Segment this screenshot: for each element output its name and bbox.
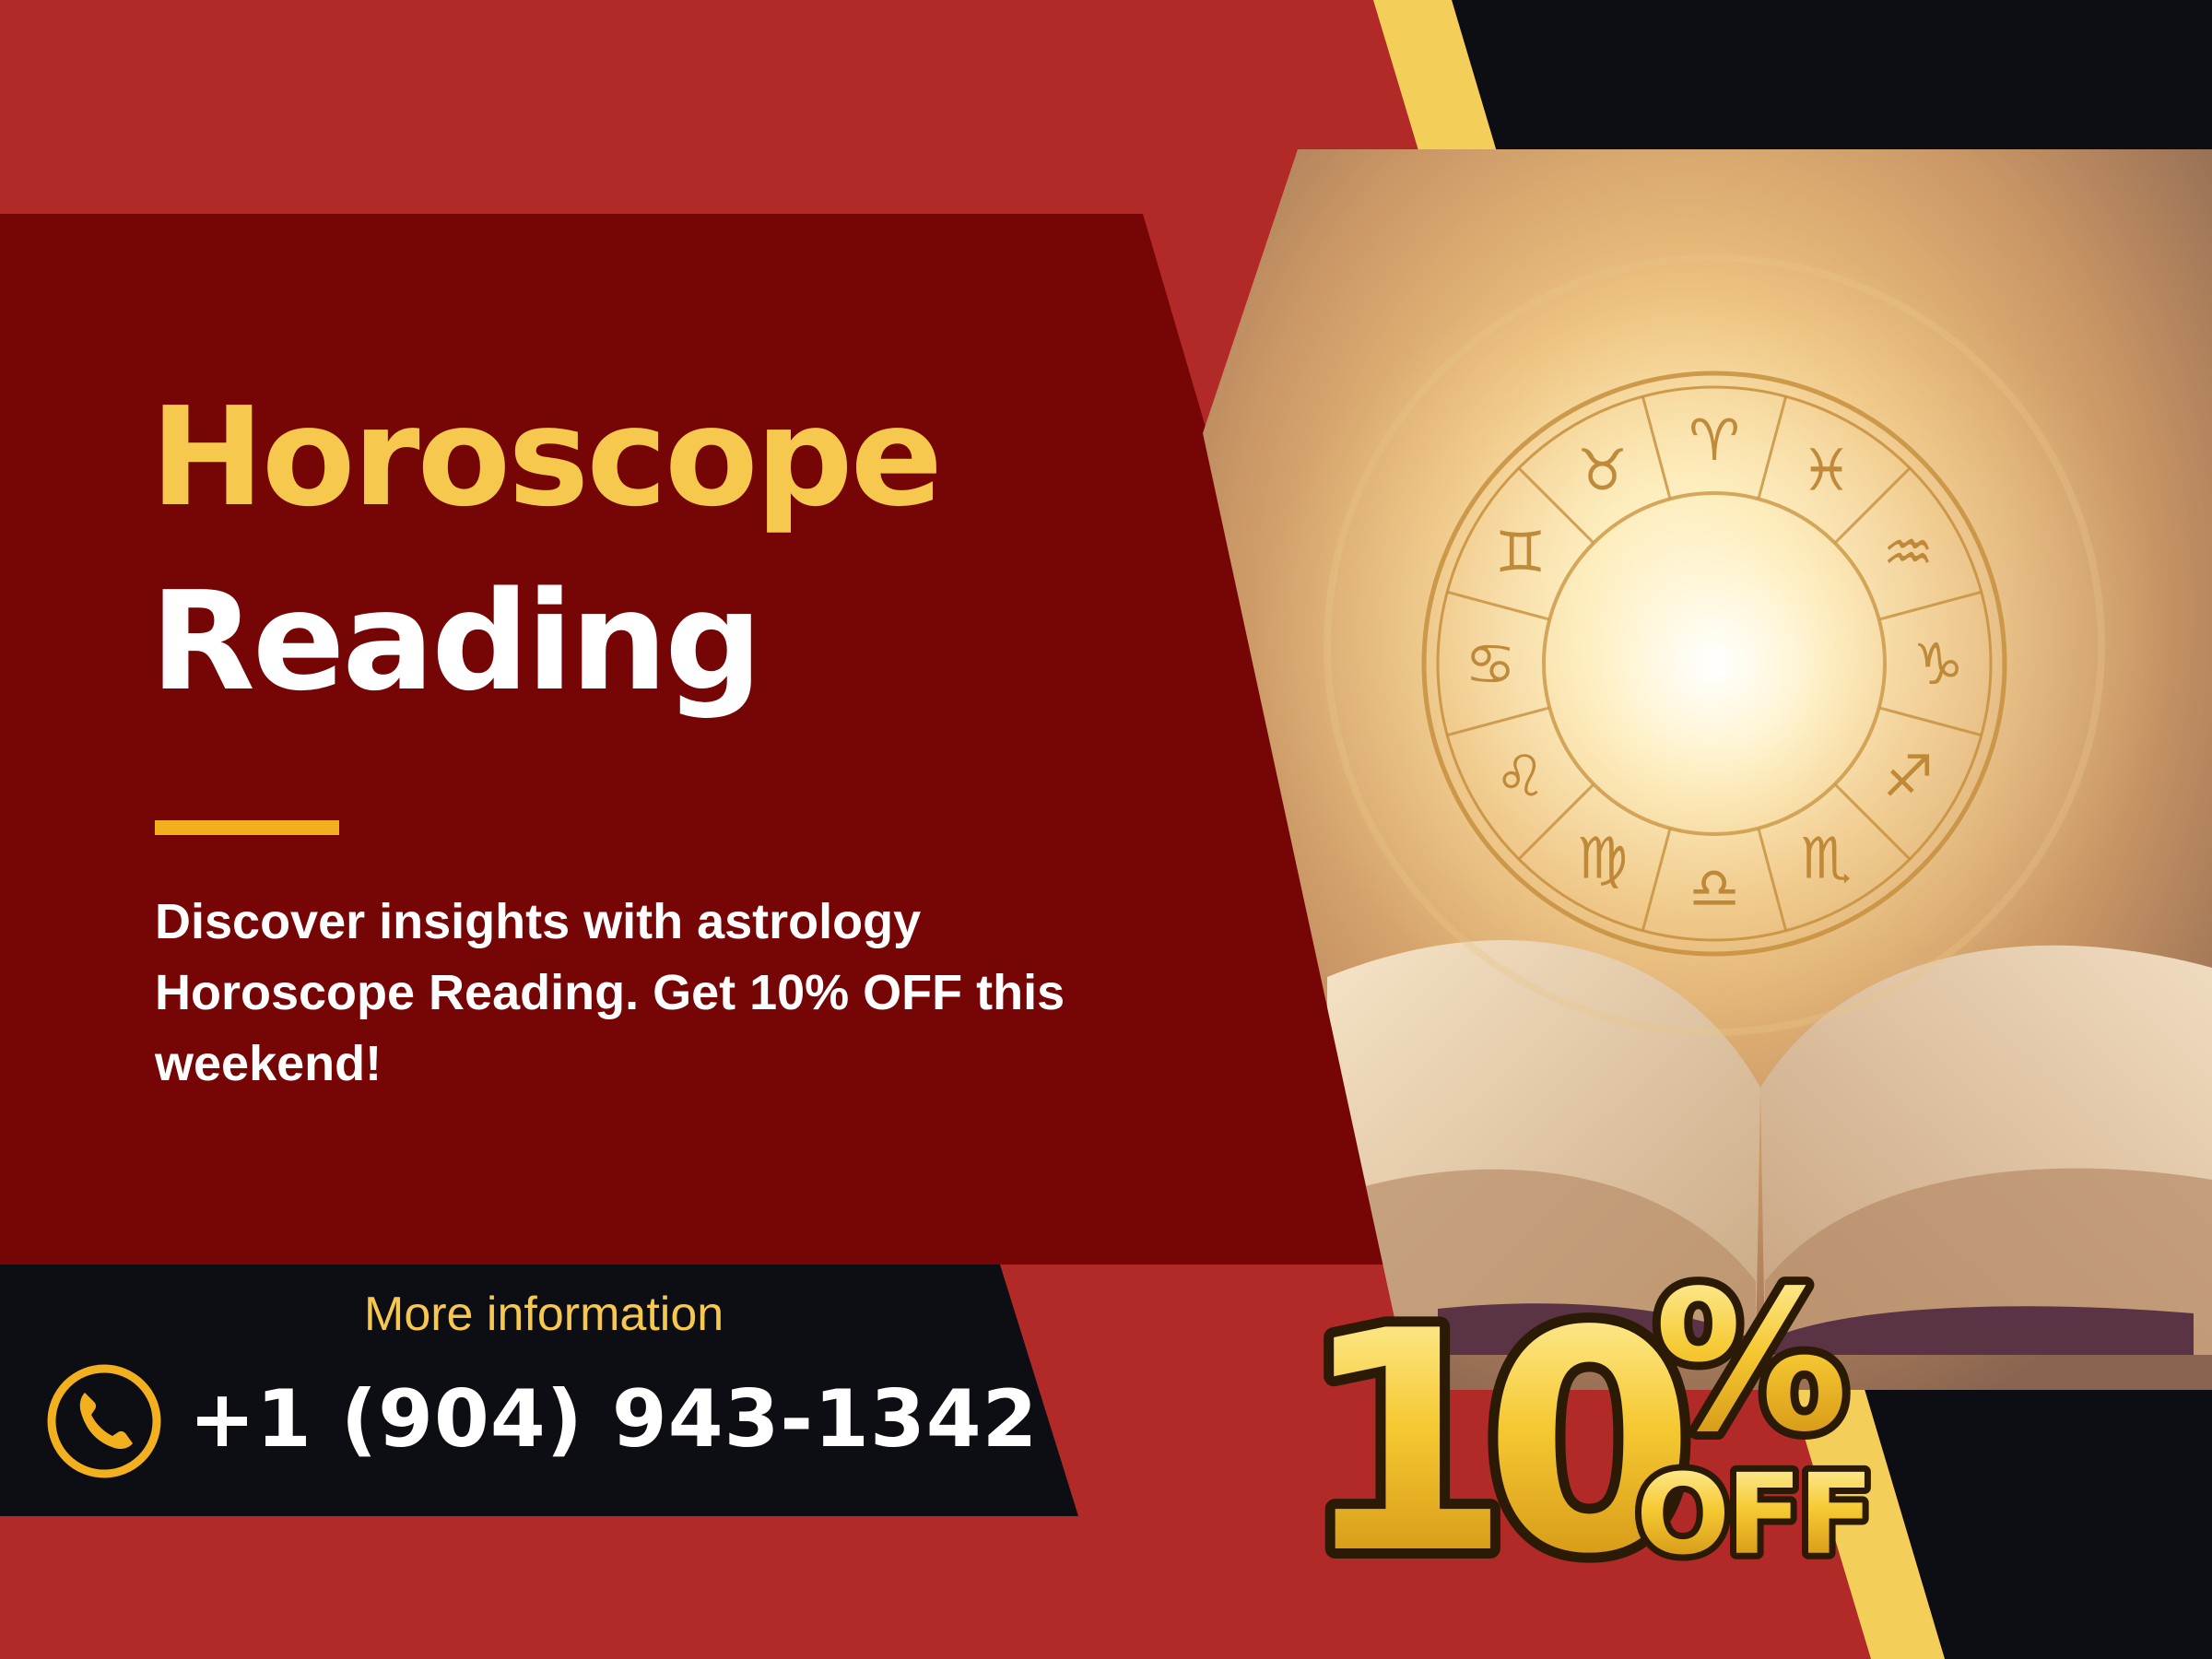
zodiac-glyph-icon: ♋ bbox=[1465, 630, 1516, 698]
badge-number: 10 bbox=[1300, 1266, 1683, 1594]
badge-percent: % bbox=[1654, 1249, 1848, 1475]
zodiac-glyph-icon: ♉ bbox=[1577, 437, 1629, 504]
horoscope-banner: ♈ ♓ ♒ ♑ ♐ ♏ ♎ ♍ ♌ ♋ ♊ ♉ Horoscope Reading Discover … bbox=[0, 0, 2212, 1659]
discount-badge: 10 % OFF bbox=[1289, 1244, 1880, 1594]
zodiac-glyph-icon: ♊ bbox=[1495, 519, 1547, 586]
promo-description: Discover insights with astrology Horosco… bbox=[155, 894, 1065, 1092]
zodiac-glyph-icon: ♌ bbox=[1495, 743, 1547, 810]
accent-divider bbox=[155, 820, 339, 835]
more-info-label: More information bbox=[364, 1288, 724, 1341]
zodiac-glyph-icon: ♈ bbox=[1688, 406, 1740, 474]
badge-off: OFF bbox=[1636, 1452, 1870, 1580]
zodiac-glyph-icon: ♎ bbox=[1688, 854, 1740, 922]
phone-number[interactable]: +1 (904) 943-1342 bbox=[189, 1369, 1038, 1472]
zodiac-glyph-icon: ♐ bbox=[1883, 743, 1935, 810]
phone-icon[interactable] bbox=[44, 1361, 164, 1481]
headline-horoscope: Horoscope bbox=[150, 378, 943, 536]
zodiac-glyph-icon: ♑ bbox=[1912, 630, 1964, 698]
headline-reading: Reading bbox=[150, 562, 762, 721]
zodiac-glyph-icon: ♍ bbox=[1577, 824, 1629, 891]
zodiac-glyph-icon: ♏ bbox=[1801, 824, 1853, 891]
zodiac-glyph-icon: ♓ bbox=[1801, 437, 1853, 504]
zodiac-glyph-icon: ♒ bbox=[1883, 519, 1935, 586]
